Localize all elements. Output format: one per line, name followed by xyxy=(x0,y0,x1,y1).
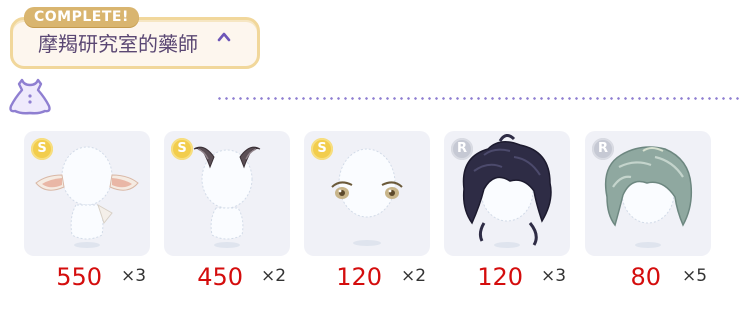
section-divider xyxy=(216,97,741,100)
item-quantity: ×2 xyxy=(261,266,287,286)
item-price: 120 xyxy=(477,263,523,291)
item-price: 80 xyxy=(630,263,661,291)
item-quantity: ×2 xyxy=(401,266,427,286)
rarity-badge: R xyxy=(451,138,473,160)
item-price: 450 xyxy=(197,263,243,291)
rarity-badge: S xyxy=(31,138,53,160)
complete-badge: COMPLETE! xyxy=(24,7,139,27)
item-card[interactable]: S xyxy=(164,131,290,256)
chevron-up-icon[interactable] xyxy=(217,30,231,44)
item-price: 120 xyxy=(336,263,382,291)
rarity-badge: R xyxy=(592,138,614,160)
item-quantity: ×5 xyxy=(682,266,708,286)
item-quantity: ×3 xyxy=(121,266,147,286)
item-quantity: ×3 xyxy=(541,266,567,286)
rarity-badge: S xyxy=(171,138,193,160)
item-card[interactable]: S xyxy=(304,131,430,256)
item-card[interactable]: S xyxy=(24,131,150,256)
item-card[interactable]: R xyxy=(444,131,570,256)
outfit-dress-icon xyxy=(9,78,51,115)
item-card[interactable]: R xyxy=(585,131,711,256)
set-title: 摩羯研究室的藥師 xyxy=(38,32,198,56)
item-price: 550 xyxy=(56,263,102,291)
rarity-badge: S xyxy=(311,138,333,160)
